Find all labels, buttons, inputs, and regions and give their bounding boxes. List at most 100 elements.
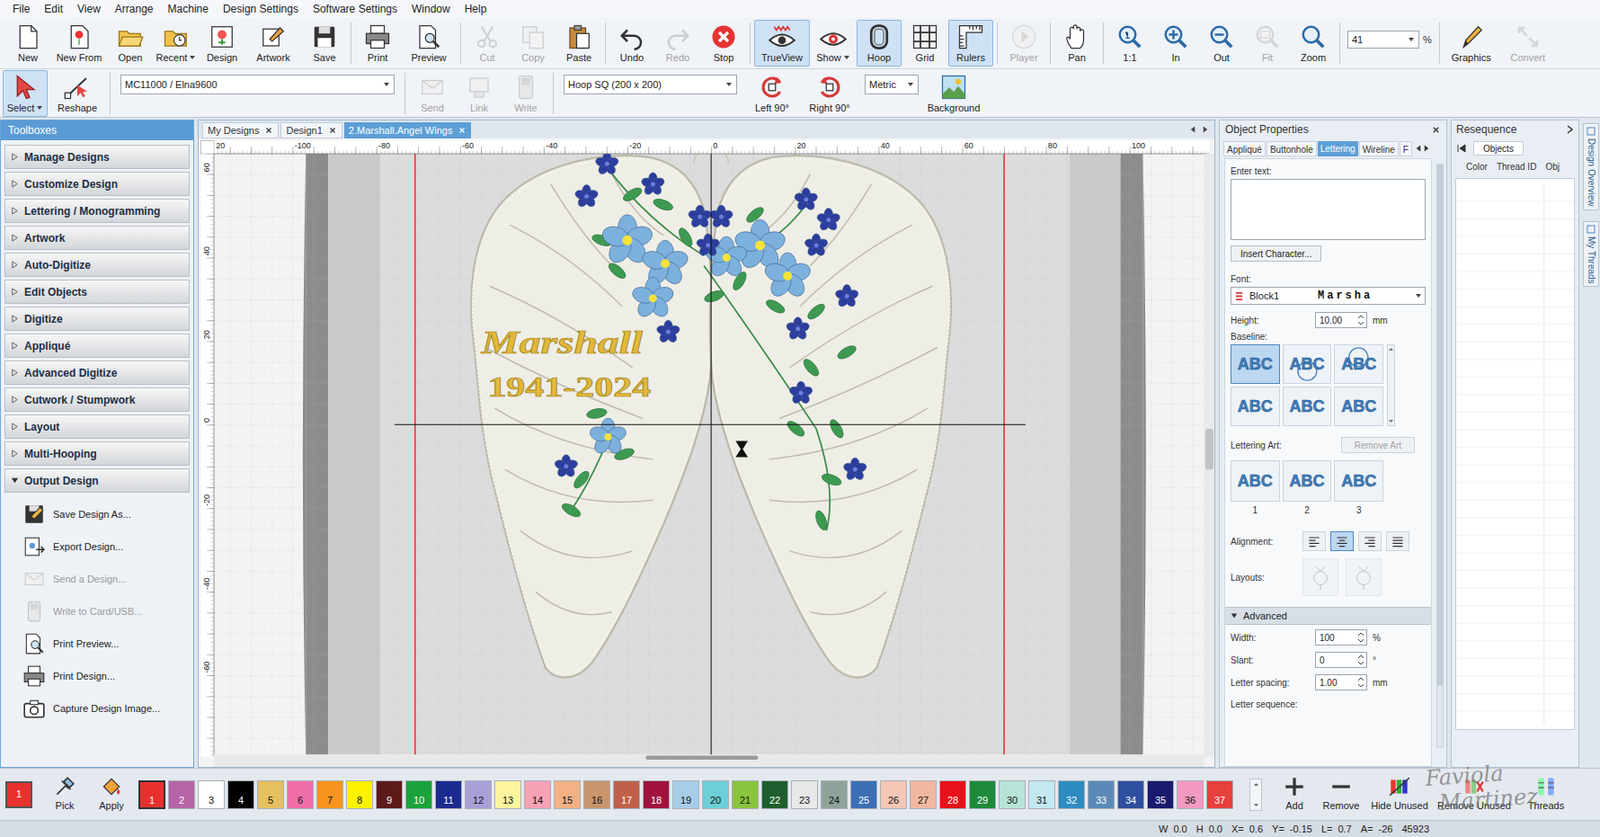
toolbar-button[interactable]: Show — [810, 19, 856, 67]
lettering-art-option[interactable]: ABC — [1230, 460, 1280, 502]
baseline-option[interactable]: ABC — [1282, 344, 1333, 384]
toolbar-button[interactable]: Right 90° — [801, 70, 858, 117]
menu-item[interactable]: Design Settings — [215, 0, 306, 18]
color-swatch[interactable]: 32 — [1057, 780, 1085, 809]
property-tab[interactable]: F — [1399, 141, 1413, 157]
color-swatch[interactable]: 1 — [138, 780, 166, 809]
toolbar-button[interactable]: Recent — [153, 19, 199, 67]
side-tab[interactable]: My Threads — [1582, 221, 1600, 288]
command-label[interactable]: Save Design As... — [53, 506, 132, 523]
color-swatch[interactable]: 30 — [998, 780, 1026, 809]
color-swatch[interactable]: 5 — [257, 780, 285, 809]
command-label[interactable]: Write to Card/USB... — [53, 604, 143, 620]
color-swatch[interactable]: 22 — [761, 780, 789, 809]
palette-action[interactable]: Remove Unused — [1434, 774, 1514, 814]
scrollbar[interactable] — [1386, 344, 1396, 427]
color-swatch[interactable]: 11 — [435, 780, 463, 809]
toolbar-button[interactable]: Write — [503, 70, 549, 117]
toolbar-button[interactable]: Preview — [400, 19, 457, 67]
toolbox-item[interactable]: Appliqué — [4, 333, 190, 358]
dropdown[interactable]: Hoop SQ (200 x 200) — [563, 74, 738, 95]
remove-art-button[interactable]: Remove Art — [1341, 436, 1415, 454]
dropdown[interactable]: Metric — [864, 74, 919, 95]
color-swatch[interactable]: 8 — [346, 780, 374, 809]
color-swatch[interactable]: 20 — [702, 780, 729, 809]
menu-item[interactable]: Arrange — [107, 0, 161, 18]
toolbar-button[interactable]: Left 90° — [744, 70, 800, 117]
palette-tool[interactable]: Pick — [43, 774, 87, 814]
toolbox-command[interactable]: Print Design... — [6, 659, 188, 693]
toolbox-item[interactable]: Advanced Digitize — [4, 360, 190, 385]
advanced-field[interactable]: 1.00 — [1315, 674, 1368, 691]
color-swatch[interactable]: 4 — [227, 780, 255, 809]
toolbox-command[interactable]: Capture Design Image... — [6, 692, 188, 725]
color-swatch[interactable]: 2 — [168, 780, 196, 809]
toolbox-item[interactable]: Artwork — [4, 225, 190, 250]
lettering-art-option[interactable]: ABC — [1333, 460, 1384, 502]
palette-action[interactable]: Remove — [1317, 774, 1365, 814]
toolbox-item[interactable]: Output Design — [4, 468, 190, 493]
toolbar-button[interactable]: In — [1153, 19, 1199, 67]
toolbar-button[interactable]: New From — [51, 19, 107, 67]
current-color[interactable]: 1 — [5, 781, 33, 809]
color-swatch[interactable]: 16 — [583, 780, 611, 809]
toolbar-button[interactable]: Convert — [1500, 19, 1556, 67]
alignment-button[interactable] — [1330, 531, 1354, 552]
color-swatch[interactable]: 31 — [1028, 780, 1056, 809]
color-swatch[interactable]: 14 — [524, 780, 552, 809]
insert-character-button[interactable]: Insert Character... — [1230, 245, 1322, 262]
toolbar-button[interactable]: Save — [302, 19, 347, 67]
menu-item[interactable]: File — [5, 0, 37, 18]
color-swatch[interactable]: 6 — [286, 780, 314, 809]
color-swatch[interactable]: 23 — [791, 780, 818, 809]
toolbox-command[interactable]: Export Design... — [6, 530, 188, 563]
dropdown-value[interactable]: MC11000 / Elna9600 — [124, 77, 218, 93]
color-swatch[interactable]: 13 — [494, 780, 522, 809]
font-name[interactable]: Block1 — [1249, 288, 1313, 304]
toolbar-button[interactable]: Fit — [1244, 19, 1290, 67]
palette-scroll[interactable] — [1249, 778, 1263, 811]
toolbar-button[interactable]: TrueView — [754, 19, 810, 67]
color-swatch[interactable]: 37 — [1206, 780, 1234, 809]
color-swatch[interactable]: 36 — [1176, 780, 1204, 809]
text-input[interactable] — [1230, 178, 1426, 240]
toolbox-command[interactable]: Save Design As... — [6, 497, 188, 531]
color-swatch[interactable]: 19 — [672, 780, 700, 809]
dropdown-value[interactable]: Metric — [869, 77, 897, 93]
layout-button[interactable] — [1345, 558, 1382, 596]
color-swatch[interactable]: 3 — [197, 780, 225, 809]
advanced-field[interactable]: 100 — [1315, 629, 1368, 646]
zoom-value[interactable]: 41 — [1351, 32, 1363, 48]
alignment-button[interactable] — [1386, 531, 1410, 552]
lettering-object[interactable]: Marshall — [480, 324, 644, 361]
toolbox-item[interactable]: Multi-Hooping — [4, 441, 190, 466]
document-tab[interactable]: 2.Marshall.Angel Wings — [344, 122, 472, 139]
color-swatch[interactable]: 26 — [880, 780, 907, 809]
toolbox-command[interactable]: Write to Card/USB... — [6, 595, 188, 628]
toolbar-button[interactable]: Pan — [1054, 19, 1100, 67]
toolbar-button[interactable]: Artwork — [245, 19, 302, 67]
toolbar-button[interactable]: New — [5, 19, 51, 67]
spin-value[interactable]: 10.00 — [1319, 313, 1343, 328]
scrollbar[interactable] — [1436, 163, 1444, 748]
toolbox-item[interactable]: Customize Design — [4, 171, 190, 196]
design-canvas[interactable]: Marshall1941-202420-100-80-60-40-2002040… — [198, 138, 1215, 767]
toolbox-item[interactable]: Auto-Digitize — [4, 252, 190, 277]
command-label[interactable]: Print Design... — [53, 668, 116, 685]
toolbar-button[interactable]: Zoom — [1290, 19, 1336, 67]
color-swatch[interactable]: 7 — [316, 780, 344, 809]
color-swatch[interactable]: 17 — [613, 780, 640, 809]
toolbar-button[interactable]: Select — [2, 70, 48, 117]
toolbox-item[interactable]: Edit Objects — [4, 279, 190, 304]
menu-item[interactable]: Window — [404, 0, 458, 18]
height-field[interactable]: 10.00 — [1315, 311, 1368, 329]
color-swatch[interactable]: 15 — [553, 780, 581, 809]
toolbar-button[interactable]: Stop — [701, 19, 747, 67]
color-swatch[interactable]: 33 — [1087, 780, 1115, 809]
toolbox-item[interactable]: Digitize — [4, 306, 190, 331]
menu-item[interactable]: Help — [457, 0, 495, 18]
spin-value[interactable]: 0 — [1319, 653, 1325, 667]
toolbar-button[interactable]: Link — [456, 70, 502, 117]
alignment-button[interactable] — [1302, 531, 1326, 552]
resequence-list[interactable] — [1455, 177, 1575, 730]
